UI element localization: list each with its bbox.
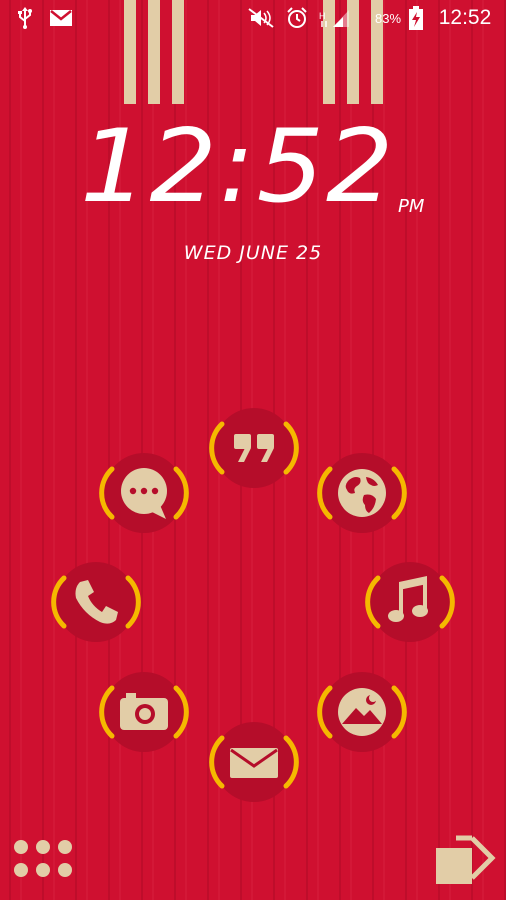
signal-icon: H (318, 6, 366, 30)
chat-bubble-icon (121, 468, 167, 519)
status-time: 12:52 (438, 6, 492, 29)
lock-screen: H 83% 12:52 12:52 PM WED JUNE 25 (0, 0, 506, 900)
battery-icon (408, 6, 424, 30)
clock-ampm: PM (398, 196, 425, 217)
phone-icon (75, 580, 118, 624)
mute-icon (246, 6, 276, 30)
unlock-arrow-icon (436, 835, 496, 884)
battery-percent: 83% (374, 10, 402, 26)
camera-icon (120, 693, 168, 730)
hangouts-app-button[interactable] (204, 398, 304, 498)
globe-icon (338, 469, 386, 517)
clock-time: 12:52 (80, 108, 396, 225)
gmail-icon (48, 6, 74, 30)
gallery-app-button[interactable] (312, 662, 412, 762)
status-bar: H 83% 12:52 (0, 0, 506, 36)
clock-date: WED JUNE 25 (183, 242, 323, 264)
app-drawer-button[interactable] (12, 836, 74, 884)
music-note-icon (388, 576, 428, 622)
landscape-icon (338, 688, 386, 736)
quote-icon (234, 434, 274, 462)
svg-text:H: H (319, 11, 326, 21)
browser-app-button[interactable] (312, 443, 412, 543)
envelope-icon (230, 748, 278, 778)
messaging-app-button[interactable] (94, 443, 194, 543)
email-app-button[interactable] (204, 712, 304, 812)
usb-icon (14, 6, 36, 30)
unlock-button[interactable] (432, 832, 496, 888)
phone-app-button[interactable] (46, 552, 146, 652)
camera-app-button[interactable] (94, 662, 194, 762)
alarm-icon (284, 6, 310, 30)
app-drawer-icon (14, 840, 72, 877)
music-app-button[interactable] (360, 552, 460, 652)
